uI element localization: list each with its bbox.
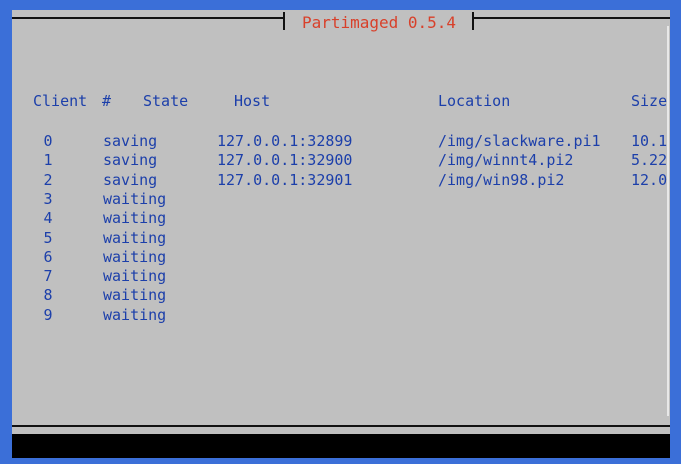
client-number-cell: 8 <box>43 286 53 305</box>
client-location-cell: /img/winnt4.pi2 <box>438 151 574 170</box>
client-number-cell: 3 <box>43 189 53 208</box>
client-number-cell: 2 <box>43 170 53 189</box>
status-bar <box>12 434 670 458</box>
window-title: Partimaged 0.5.4 <box>301 13 457 32</box>
window-border: Partimaged 0.5.4 Client # State Host Loc… <box>0 0 681 464</box>
client-state-cell: waiting <box>103 305 167 324</box>
client-state-cell: waiting <box>103 228 167 247</box>
terminal-screen: Partimaged 0.5.4 Client # State Host Loc… <box>12 10 670 458</box>
column-header-host: Host <box>234 92 271 110</box>
title-right-tee <box>472 12 474 30</box>
client-state-cell: waiting <box>103 209 167 228</box>
client-host-cell: 127.0.0.1:32900 <box>217 151 353 170</box>
client-host-cell: 127.0.0.1:32901 <box>217 170 353 189</box>
client-size-cell: 10.1 <box>631 132 668 150</box>
frame-top-right-line <box>474 17 670 19</box>
client-state-cell: waiting <box>103 189 167 208</box>
column-header-client: Client <box>33 92 88 110</box>
client-state-cell: saving <box>103 132 158 150</box>
title-left-tee <box>283 12 285 30</box>
client-size-cell: 5.22 <box>631 151 668 170</box>
client-number-cell: 1 <box>43 151 53 170</box>
frame-right-border <box>667 26 669 416</box>
client-number-cell: 4 <box>43 209 53 228</box>
client-state-cell: saving <box>103 170 158 189</box>
client-location-cell: /img/slackware.pi1 <box>438 132 601 150</box>
frame-top-left-line <box>12 17 284 19</box>
frame-bottom-line <box>12 425 670 427</box>
column-header-location: Location <box>438 92 511 110</box>
client-number-cell: 6 <box>43 247 53 266</box>
client-location-cell: /img/win98.pi2 <box>438 170 565 189</box>
column-header-number: # <box>102 92 112 110</box>
client-host-cell: 127.0.0.1:32899 <box>217 132 353 150</box>
client-number-cell: 5 <box>43 228 53 247</box>
client-state-cell: saving <box>103 151 158 170</box>
client-number-cell: 0 <box>43 132 53 150</box>
client-number-cell: 7 <box>43 267 53 286</box>
client-state-cell: waiting <box>103 267 167 286</box>
client-size-cell: 12.0 <box>631 170 668 189</box>
client-state-cell: waiting <box>103 286 167 305</box>
client-state-cell: waiting <box>103 247 167 266</box>
column-header-state: State <box>143 92 189 110</box>
client-number-cell: 9 <box>43 305 53 324</box>
column-header-size: Size <box>631 92 668 110</box>
